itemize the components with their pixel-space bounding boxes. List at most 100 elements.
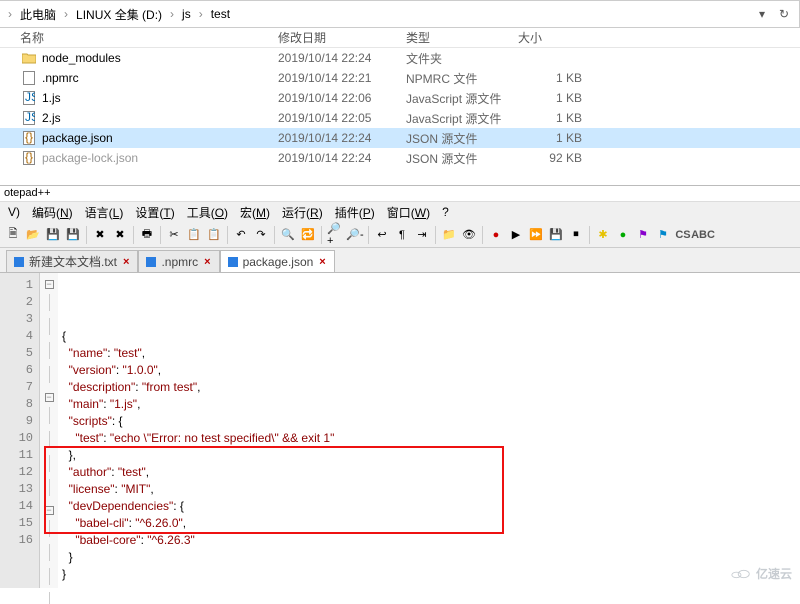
record-icon[interactable]: ●	[487, 226, 505, 244]
fold-gutter[interactable]: −−−	[40, 273, 58, 588]
tab-close-icon[interactable]: ×	[123, 256, 129, 268]
showall-icon[interactable]: ¶	[393, 226, 411, 244]
crumb-sep-icon: ›	[6, 7, 14, 21]
file-icon: {}	[20, 150, 38, 166]
saveall-icon[interactable]: 💾	[64, 226, 82, 244]
separator	[160, 226, 161, 244]
file-size: 1 KB	[518, 111, 598, 125]
file-row[interactable]: JS1.js2019/10/14 22:06JavaScript 源文件1 KB	[0, 88, 800, 108]
svg-text:JS: JS	[25, 91, 35, 104]
save-indicator-icon	[145, 256, 157, 268]
file-type: JSON 源文件	[406, 150, 518, 167]
find-icon[interactable]: 🔍	[279, 226, 297, 244]
file-row[interactable]: {}package-lock.json2019/10/14 22:24JSON …	[0, 148, 800, 168]
window-title: otepad++	[0, 186, 800, 202]
zoomin-icon[interactable]: 🔎+	[326, 226, 344, 244]
code-area[interactable]: { "name": "test", "version": "1.0.0", "d…	[58, 273, 800, 588]
fastfwd-icon[interactable]: ⏩	[527, 226, 545, 244]
plugin-icon[interactable]: ●	[614, 226, 632, 244]
col-date[interactable]: 修改日期	[278, 29, 406, 46]
refresh-icon[interactable]: ↻	[775, 5, 793, 23]
separator	[86, 226, 87, 244]
separator	[589, 226, 590, 244]
bug-icon[interactable]: ✱	[594, 226, 612, 244]
undo-icon[interactable]: ↶	[232, 226, 250, 244]
paste-icon[interactable]: 📋	[205, 226, 223, 244]
file-list: node_modules2019/10/14 22:24文件夹.npmrc201…	[0, 48, 800, 168]
crumb-1[interactable]: LINUX 全集 (D:)	[70, 4, 168, 25]
tab-close-icon[interactable]: ×	[319, 256, 325, 268]
redo-icon[interactable]: ↷	[252, 226, 270, 244]
menu-item[interactable]: 编码(N)	[26, 202, 79, 223]
file-row[interactable]: {}package.json2019/10/14 22:24JSON 源文件1 …	[0, 128, 800, 148]
separator	[227, 226, 228, 244]
crumb-3[interactable]: test	[205, 5, 236, 23]
nav-icon[interactable]: ⚑	[654, 226, 672, 244]
file-name: package-lock.json	[42, 151, 138, 165]
print-icon[interactable]: 🖶	[138, 226, 156, 244]
file-type: JSON 源文件	[406, 130, 518, 147]
file-size: 92 KB	[518, 151, 598, 165]
replace-icon[interactable]: 🔁	[299, 226, 317, 244]
editor[interactable]: 12345678910111213141516 −−− { "name": "t…	[0, 272, 800, 588]
menu-item[interactable]: 窗口(W)	[381, 202, 436, 223]
notepadpp-window: otepad++ V)编码(N)语言(L)设置(T)工具(O)宏(M)运行(R)…	[0, 185, 800, 588]
save-icon[interactable]: 💾	[44, 226, 62, 244]
open-icon[interactable]: 📂	[24, 226, 42, 244]
col-type[interactable]: 类型	[406, 29, 518, 46]
fold-toggle-icon[interactable]: −	[45, 280, 54, 289]
indent-icon[interactable]: ⇥	[413, 226, 431, 244]
wrap-icon[interactable]: ↩	[373, 226, 391, 244]
file-icon	[20, 70, 38, 86]
monitor-icon[interactable]: 👁	[460, 226, 478, 244]
menu-item[interactable]: 插件(P)	[329, 202, 381, 223]
separator	[274, 226, 275, 244]
column-headers[interactable]: 名称 修改日期 类型 大小	[0, 28, 800, 48]
menu-item[interactable]: 工具(O)	[181, 202, 234, 223]
play-icon[interactable]: ▶	[507, 226, 525, 244]
abc-icon[interactable]: ABC	[694, 226, 712, 244]
col-name[interactable]: 名称	[20, 29, 278, 46]
editor-tab[interactable]: .npmrc×	[138, 250, 219, 272]
cut-icon[interactable]: ✂	[165, 226, 183, 244]
file-name: node_modules	[42, 51, 121, 65]
fold-toggle-icon[interactable]: −	[45, 393, 54, 402]
breadcrumb[interactable]: › 此电脑 › LINUX 全集 (D:) › js › test ▾ ↻	[0, 0, 800, 28]
tabbar[interactable]: 新建文本文档.txt×.npmrc× package.json ×	[0, 248, 800, 272]
closeall-icon[interactable]: ✖	[111, 226, 129, 244]
folder-icon[interactable]: 📁	[440, 226, 458, 244]
menu-item[interactable]: 语言(L)	[79, 202, 130, 223]
file-date: 2019/10/14 22:24	[278, 51, 406, 65]
menu-item[interactable]: 运行(R)	[276, 202, 329, 223]
savemacro-icon[interactable]: 💾	[547, 226, 565, 244]
crumb-2[interactable]: js	[176, 5, 197, 23]
editor-tab[interactable]: 新建文本文档.txt×	[6, 250, 138, 272]
separator	[435, 226, 436, 244]
file-row[interactable]: .npmrc2019/10/14 22:21NPMRC 文件1 KB	[0, 68, 800, 88]
dropdown-icon[interactable]: ▾	[753, 5, 771, 23]
new-icon[interactable]: 🗎	[4, 226, 22, 244]
menu-item[interactable]: 设置(T)	[129, 202, 180, 223]
menu-item[interactable]: V)	[2, 203, 26, 221]
file-type: JavaScript 源文件	[406, 90, 518, 107]
tab-close-icon[interactable]: ×	[204, 256, 210, 268]
menu-item[interactable]: 宏(M)	[234, 202, 276, 223]
file-size: 1 KB	[518, 131, 598, 145]
menubar[interactable]: V)编码(N)语言(L)设置(T)工具(O)宏(M)运行(R)插件(P)窗口(W…	[0, 202, 800, 222]
stop-icon[interactable]: ⏹	[567, 226, 585, 244]
file-row[interactable]: node_modules2019/10/14 22:24文件夹	[0, 48, 800, 68]
compare-icon[interactable]: ⚑	[634, 226, 652, 244]
col-size[interactable]: 大小	[518, 29, 598, 46]
save-indicator-icon	[13, 256, 25, 268]
tab-label: package.json	[243, 255, 314, 269]
copy-icon[interactable]: 📋	[185, 226, 203, 244]
cs-icon[interactable]: CS	[674, 226, 692, 244]
menu-item[interactable]: ?	[436, 203, 455, 221]
editor-tab[interactable]: package.json ×	[220, 250, 335, 272]
file-row[interactable]: JS2.js2019/10/14 22:05JavaScript 源文件1 KB	[0, 108, 800, 128]
svg-text:{}: {}	[25, 151, 33, 164]
zoomout-icon[interactable]: 🔎-	[346, 226, 364, 244]
crumb-0[interactable]: 此电脑	[14, 4, 62, 25]
close-icon[interactable]: ✖	[91, 226, 109, 244]
file-icon: JS	[20, 110, 38, 126]
